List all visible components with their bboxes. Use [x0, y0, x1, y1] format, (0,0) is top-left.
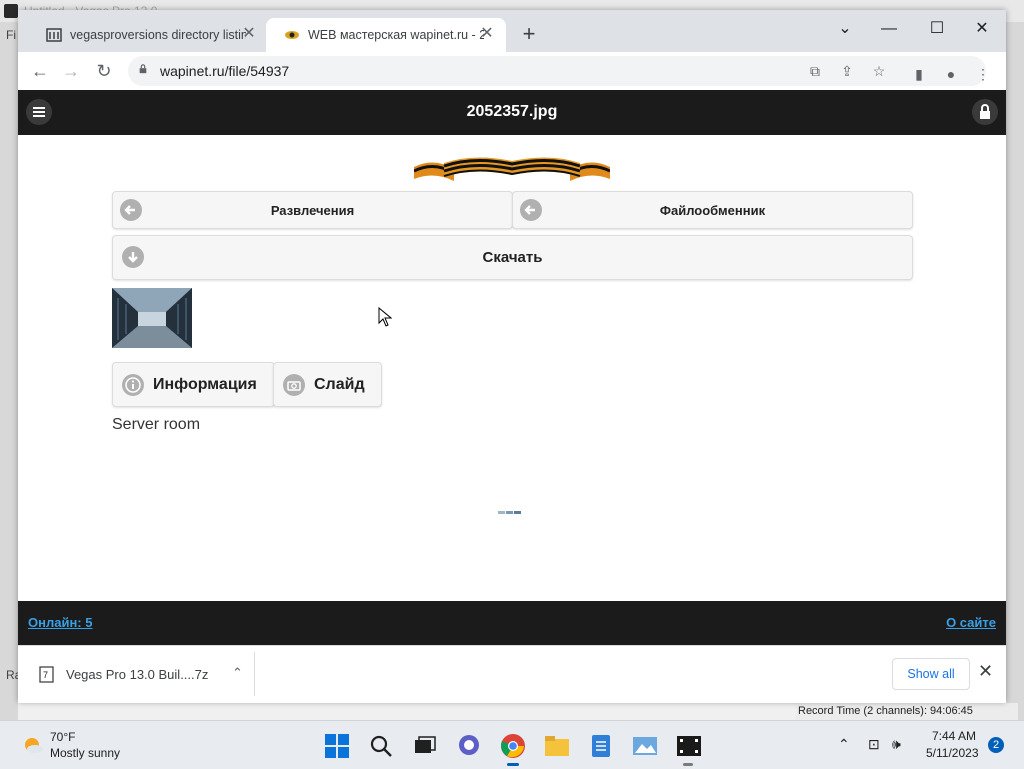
info-icon — [122, 374, 144, 396]
translate-icon[interactable]: ⧉ — [804, 61, 826, 81]
file-explorer-icon[interactable] — [544, 733, 570, 759]
chat-icon[interactable] — [456, 733, 482, 759]
tab-title: WEB мастерская wapinet.ru - 20 — [308, 28, 484, 42]
background-file-menu[interactable]: Fi — [6, 28, 16, 42]
reload-icon[interactable]: ↻ — [92, 59, 116, 83]
page-title: 2052357.jpg — [466, 103, 558, 120]
side-panel-icon[interactable]: ▮ — [908, 64, 930, 84]
information-button[interactable]: Информация — [112, 362, 275, 407]
share-icon[interactable]: ⇪ — [836, 61, 858, 81]
about-site-link[interactable]: О сайте — [946, 615, 996, 630]
loading-indicator — [498, 501, 522, 519]
tab-wapinet[interactable]: WEB мастерская wapinet.ru - 20 ✕ — [266, 18, 506, 52]
tab-vegasproversions[interactable]: vegasproversions directory listing ✕ — [28, 18, 268, 52]
next-category-label: Файлообменник — [659, 203, 766, 218]
chrome-icon[interactable] — [500, 733, 526, 759]
weather-description[interactable]: Mostly sunny — [50, 746, 120, 760]
tab-strip: vegasproversions directory listing ✕ WEB… — [18, 10, 1006, 52]
server-room-thumbnail[interactable] — [112, 288, 192, 348]
st-george-ribbon-logo — [414, 157, 610, 181]
browser-toolbar: ← → ↻ wapinet.ru/file/54937 ⧉ ⇪ ☆ ▮ ● ⋮ — [18, 52, 1006, 91]
shelf-divider — [254, 652, 255, 696]
new-tab-button[interactable]: + — [517, 23, 541, 47]
notepad-icon[interactable] — [588, 733, 614, 759]
lock-icon — [139, 64, 147, 74]
download-label: Скачать — [482, 249, 543, 266]
prev-category-label: Развлечения — [270, 203, 355, 218]
download-file-name: Vegas Pro 13.0 Buil....7z — [66, 667, 209, 682]
back-arrow-icon[interactable]: ← — [28, 59, 52, 83]
web-page: 2052357.jpg Развлечения Файлообменник Ск… — [18, 90, 1006, 645]
record-time-status: Record Time (2 channels): 94:06:45 — [796, 703, 1018, 720]
close-icon[interactable]: ✕ — [978, 662, 993, 680]
download-button[interactable]: Скачать — [112, 235, 913, 280]
online-users-link[interactable]: Онлайн: 5 — [28, 615, 92, 630]
login-lock-icon[interactable] — [972, 99, 998, 125]
site-header: 2052357.jpg — [18, 90, 1006, 135]
active-app-indicator — [507, 763, 519, 766]
weather-temperature[interactable]: 70°F — [50, 730, 75, 744]
chevron-up-icon[interactable]: ⌃ — [838, 736, 850, 753]
photos-icon[interactable] — [632, 733, 658, 759]
profile-avatar-icon[interactable]: ● — [940, 64, 962, 84]
prev-category-button[interactable]: Развлечения — [112, 191, 513, 229]
forward-arrow-icon[interactable]: → — [59, 59, 83, 83]
windows-taskbar: 70°F Mostly sunny ⌃ ⊡ 🕪 7:44 AM 5/11/202… — [0, 720, 1024, 769]
information-label: Информация — [153, 376, 257, 393]
slideshow-label: Слайд — [314, 376, 365, 393]
address-url[interactable]: wapinet.ru/file/54937 — [160, 63, 289, 79]
archive-file-icon: 7 — [39, 666, 54, 683]
mouse-cursor-icon — [378, 307, 392, 327]
directory-favicon-icon — [46, 28, 62, 42]
network-icon[interactable]: ⊡ — [868, 736, 880, 753]
running-app-indicator — [683, 763, 693, 766]
browser-window: vegasproversions directory listing ✕ WEB… — [18, 10, 1006, 703]
task-view-icon[interactable] — [412, 733, 438, 759]
maximize-button[interactable]: ☐ — [926, 18, 948, 40]
vegas-pro-icon[interactable] — [676, 733, 702, 759]
tab-title: vegasproversions directory listing — [70, 28, 246, 42]
background-left-toolbar — [0, 22, 18, 720]
search-icon[interactable] — [368, 733, 394, 759]
chevron-up-icon[interactable]: ⌃ — [232, 665, 243, 681]
tab-search-chevron-icon[interactable]: ⌄ — [834, 18, 856, 40]
close-window-button[interactable]: ✕ — [971, 18, 993, 40]
clock-date[interactable]: 5/11/2023 — [926, 746, 979, 760]
site-footer: Онлайн: 5 О сайте — [18, 601, 1006, 645]
tab-close-icon[interactable]: ✕ — [240, 25, 258, 43]
show-all-button[interactable]: Show all — [892, 658, 970, 690]
file-description: Server room — [112, 416, 201, 433]
next-category-button[interactable]: Файлообменник — [512, 191, 913, 229]
start-windows-icon[interactable] — [324, 733, 350, 759]
download-item[interactable]: 7 Vegas Pro 13.0 Buil....7z ⌃ — [26, 654, 254, 696]
eye-favicon-icon — [285, 31, 299, 39]
clock-time[interactable]: 7:44 AM — [932, 729, 976, 743]
slideshow-button[interactable]: Слайд — [273, 362, 382, 407]
notification-badge[interactable]: 2 — [988, 737, 1004, 753]
svg-text:7: 7 — [43, 670, 48, 680]
camera-icon — [283, 374, 305, 396]
browser-menu-icon[interactable]: ⋮ — [972, 64, 994, 84]
volume-icon[interactable]: 🕪 — [892, 736, 901, 753]
background-right-toolbar — [1006, 22, 1024, 720]
download-shelf: 7 Vegas Pro 13.0 Buil....7z ⌃ Show all ✕ — [18, 645, 1006, 703]
vegas-app-icon — [4, 4, 18, 18]
weather-sun-icon[interactable] — [20, 733, 44, 757]
bookmark-star-icon[interactable]: ☆ — [868, 61, 890, 81]
tab-close-icon[interactable]: ✕ — [478, 25, 496, 43]
minimize-button[interactable]: — — [878, 18, 900, 40]
address-bar[interactable]: wapinet.ru/file/54937 ⧉ ⇪ ☆ — [128, 56, 986, 86]
